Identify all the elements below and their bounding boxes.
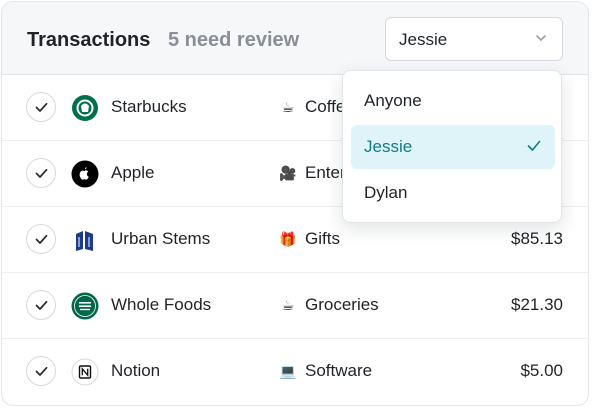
merchant-name: Urban Stems (111, 229, 211, 248)
coffee-icon: ☕ (281, 99, 295, 115)
category-label: Software (305, 361, 373, 380)
dropdown-option-anyone[interactable]: Anyone (351, 79, 555, 123)
option-label: Jessie (364, 137, 413, 156)
merchant-name: Starbucks (111, 97, 187, 116)
review-check-button[interactable] (26, 158, 56, 188)
coffee-icon: ☕ (281, 297, 295, 313)
check-icon (35, 366, 48, 376)
urban-stems-logo-icon (76, 231, 93, 251)
checkmark-icon (527, 140, 541, 151)
laptop-icon: 💻 (279, 363, 297, 379)
option-label: Dylan (364, 183, 408, 202)
review-check-button[interactable] (26, 224, 56, 254)
merchant-name: Whole Foods (111, 295, 212, 314)
amount: $85.13 (511, 229, 563, 248)
assignee-select[interactable]: Jessie (385, 17, 563, 61)
table-row[interactable]: Notion 💻 Software $5.00 (2, 339, 588, 405)
starbucks-logo-icon (72, 95, 98, 121)
card-header: Transactions 5 need review Jessie (2, 2, 588, 75)
category-label: Groceries (305, 295, 379, 314)
dropdown-option-jessie[interactable]: Jessie (351, 125, 555, 169)
category: 💻 Software (278, 361, 372, 381)
review-count: 5 need review (168, 29, 300, 51)
review-check-button[interactable] (26, 92, 56, 122)
dropdown-option-dylan[interactable]: Dylan (351, 171, 555, 215)
review-check-button[interactable] (26, 356, 56, 386)
check-icon (35, 102, 48, 112)
table-row[interactable]: Whole Foods ☕ Groceries $21.30 (2, 273, 588, 339)
check-icon (35, 300, 48, 310)
assignee-select-value: Jessie (399, 30, 448, 49)
notion-logo-icon (71, 358, 99, 386)
apple-logo-icon (71, 160, 99, 188)
assignee-dropdown-menu: Anyone Jessie Dylan (342, 70, 562, 223)
category-label: Gifts (305, 229, 340, 248)
check-icon (35, 234, 48, 244)
amount: $21.30 (511, 295, 563, 314)
chevron-down-icon (536, 35, 546, 41)
review-check-button[interactable] (26, 290, 56, 320)
merchant-name: Apple (111, 163, 155, 182)
amount: $5.00 (520, 361, 563, 380)
camera-icon: 🎥 (279, 165, 297, 181)
merchant-name: Notion (111, 361, 161, 380)
option-label: Anyone (364, 91, 422, 110)
gift-icon: 🎁 (279, 231, 297, 247)
whole-foods-logo-icon (71, 292, 99, 320)
category: ☕ Groceries (278, 295, 379, 315)
category: 🎁 Gifts (278, 229, 340, 249)
page-title: Transactions (27, 29, 151, 51)
check-icon (35, 168, 48, 178)
